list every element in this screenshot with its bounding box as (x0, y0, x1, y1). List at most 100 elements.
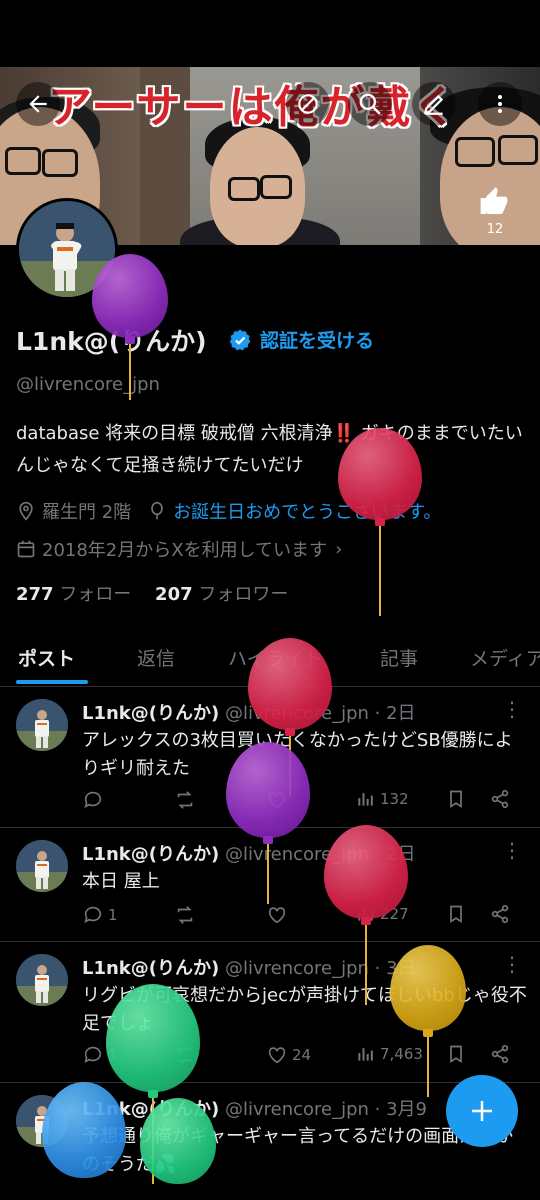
post-text: リグビが可哀想だからjecが声掛けてほしいbbじゃ役不足でしょ (82, 985, 527, 1034)
tab-articles[interactable]: 記事 (380, 644, 418, 671)
banner-glasses-left-1 (5, 147, 41, 175)
reply-count: 1 (108, 1046, 118, 1064)
post-author-name[interactable]: L1nk@(りんか) (82, 958, 219, 979)
post-header: L1nk@(りんか) @livrencore_jpn · 2日 (82, 840, 416, 866)
bookmark-button[interactable] (446, 904, 466, 924)
balloon-icon (151, 501, 164, 520)
views-count: 227 (380, 905, 409, 923)
share-icon (491, 1045, 509, 1064)
views-count: 132 (380, 790, 409, 808)
post-author-name[interactable]: L1nk@(りんか) (82, 703, 219, 724)
post-actions: 1 227 (82, 904, 522, 930)
reply-button[interactable] (82, 789, 108, 811)
views-icon (358, 1048, 373, 1061)
followers-label: フォロワー (198, 584, 289, 605)
post-author-meta: @livrencore_jpn · 3月9 (224, 1099, 428, 1120)
tab-media[interactable]: メディア (470, 644, 540, 671)
repost-button[interactable] (174, 1044, 200, 1066)
banner-like-button[interactable] (478, 186, 510, 222)
plus-icon (472, 1101, 492, 1121)
profile-display-name: L1nk@(りんか) (16, 327, 207, 356)
profile-joined-row: 2018年2月からXを利用しています › (16, 536, 342, 562)
like-button[interactable] (266, 904, 292, 926)
compose-button[interactable] (446, 1075, 518, 1147)
reply-button[interactable]: 1 (82, 1044, 118, 1066)
chevron-right-icon[interactable]: › (335, 539, 342, 560)
profile-avatar[interactable] (16, 198, 118, 300)
verified-badge-icon (229, 329, 251, 350)
edit-icon (423, 94, 444, 115)
post-text: アレックスの3枚目買いたくなかったけどSB優勝によりギリ耐えた (82, 730, 513, 779)
repost-button[interactable] (174, 904, 200, 926)
banner-glasses-right-1 (455, 137, 495, 167)
tab-highlights[interactable]: ハイライト (228, 644, 323, 671)
share-button[interactable] (490, 789, 510, 809)
repost-icon (177, 791, 193, 809)
views-button[interactable]: 132 (356, 789, 409, 809)
search-icon (359, 93, 381, 115)
get-verified-button[interactable]: 認証を受ける (228, 326, 374, 353)
post-item[interactable]: L1nk@(りんか) @livrencore_jpn · 2日 ⋮ 本日 屋上 … (0, 828, 540, 942)
post-more-icon[interactable]: ⋮ (502, 838, 522, 862)
bookmark-button[interactable] (446, 789, 466, 809)
share-button[interactable] (490, 1044, 510, 1064)
calendar-icon (17, 540, 35, 558)
location-icon (19, 501, 33, 521)
thumbs-up-icon (480, 187, 508, 214)
post-author-name[interactable]: L1nk@(りんか) (82, 1099, 219, 1120)
post-author-name[interactable]: L1nk@(りんか) (82, 844, 219, 865)
post-avatar[interactable] (16, 1095, 68, 1147)
post-avatar[interactable] (16, 954, 68, 1006)
post-item[interactable]: L1nk@(りんか) @livrencore_jpn · 3日 ⋮ リグビが可哀… (0, 942, 540, 1083)
heart-icon (268, 792, 286, 809)
get-verified-label: 認証を受ける (260, 330, 375, 352)
reply-icon (84, 1046, 102, 1063)
post-actions: 132 (82, 789, 522, 815)
views-button[interactable]: 7,463 (356, 1044, 423, 1064)
post-avatar[interactable] (16, 840, 68, 892)
bookmark-button[interactable] (446, 1044, 466, 1064)
post-item[interactable]: L1nk@(りんか) @livrencore_jpn · 2日 ⋮ アレックスの… (0, 687, 540, 828)
mute-icon (298, 94, 318, 114)
banner-glasses-left-2 (42, 149, 78, 177)
tab-posts[interactable]: ポスト (18, 644, 75, 671)
post-author-meta: @livrencore_jpn · 2日 (224, 844, 416, 865)
views-button[interactable]: 227 (356, 904, 409, 924)
views-icon (358, 908, 373, 921)
repost-button[interactable] (174, 789, 200, 811)
views-icon (358, 793, 373, 806)
bookmark-icon (450, 790, 462, 809)
bookmark-icon (450, 905, 462, 924)
profile-joined: 2018年2月からXを利用しています (42, 540, 328, 561)
repost-icon (177, 1046, 193, 1064)
profile-handle: @livrencore_jpn (16, 374, 160, 395)
heart-icon (268, 1047, 286, 1064)
like-button[interactable]: 24 (266, 1044, 311, 1066)
banner-title-text: アーサーは俺が戴く (48, 82, 459, 133)
more-button[interactable] (478, 82, 522, 126)
edit-button[interactable] (412, 82, 456, 126)
following-link[interactable]: 277 フォロー (16, 584, 131, 605)
tab-replies[interactable]: 返信 (137, 644, 175, 671)
post-actions: 1 24 7,463 (82, 1044, 522, 1070)
reply-button[interactable]: 1 (82, 904, 118, 926)
repost-icon (177, 906, 193, 924)
reply-icon (84, 906, 102, 923)
views-count: 7,463 (380, 1045, 423, 1063)
banner-like-count: 12 (486, 222, 504, 237)
post-avatar[interactable] (16, 699, 68, 751)
following-count: 277 (16, 584, 54, 605)
followers-count: 207 (155, 584, 193, 605)
search-button[interactable] (348, 82, 392, 126)
profile-birthday-link[interactable]: お誕生日おめでとうございます。 (173, 498, 441, 524)
like-button[interactable] (266, 789, 292, 811)
profile-bio: database 将来の目標 破戒僧 六根清浄‼️ ガキのままでいたいんじゃなく… (16, 423, 523, 476)
profile-meta-row: 羅生門 2階 お誕生日おめでとうございます。 (16, 498, 441, 524)
mute-button[interactable] (286, 82, 330, 126)
followers-link[interactable]: 207 フォロワー (155, 584, 288, 605)
share-icon (491, 905, 509, 924)
back-button[interactable] (16, 82, 60, 126)
post-more-icon[interactable]: ⋮ (502, 952, 522, 976)
share-button[interactable] (490, 904, 510, 924)
post-more-icon[interactable]: ⋮ (502, 697, 522, 721)
